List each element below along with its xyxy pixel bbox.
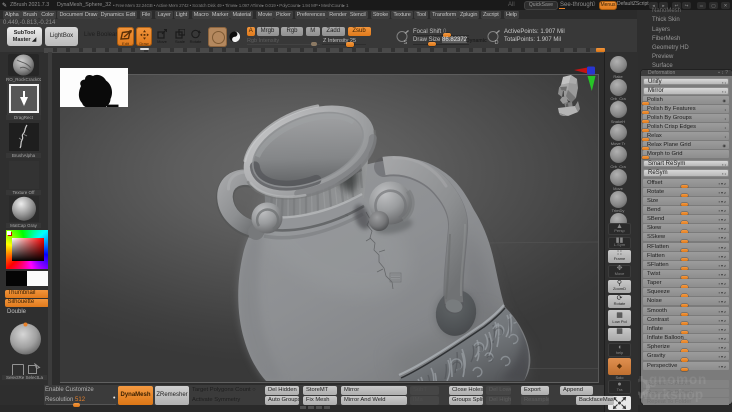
svg-text:S: S bbox=[404, 40, 408, 46]
svg-text:D: D bbox=[494, 40, 498, 46]
